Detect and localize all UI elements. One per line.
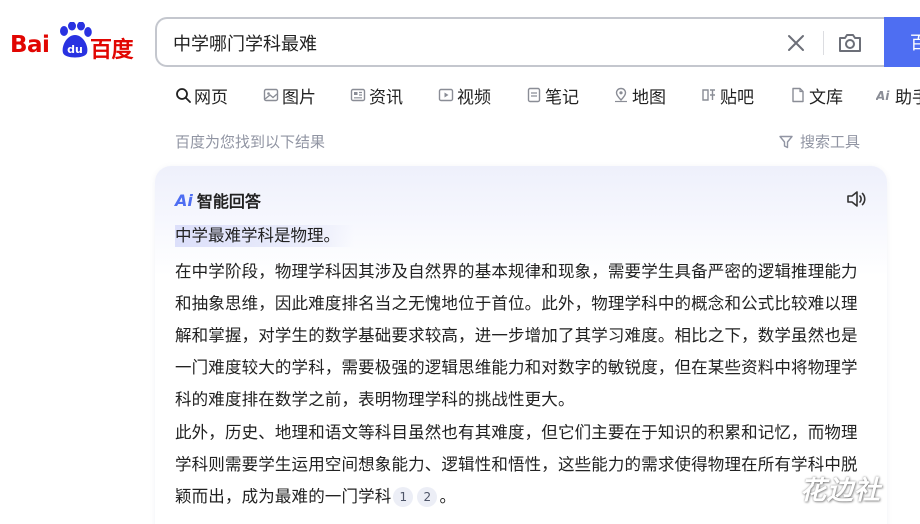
logo-text-bai: Bai (10, 32, 50, 58)
tab-news[interactable]: 资讯 (350, 82, 403, 108)
clear-icon[interactable] (785, 32, 807, 54)
tab-web[interactable]: 网页 (175, 82, 228, 108)
search-icon (176, 88, 191, 103)
ai-answer-card: Ai 智能回答 中学最难学科是物理。 在中学阶段，物理学科因其涉及自然界的基本规… (155, 166, 887, 524)
camera-icon[interactable] (837, 30, 863, 56)
search-nav-tabs: 网页 图片 资讯 视频 笔记 地图 贴吧 文库 Ai 助手 (0, 82, 920, 108)
filter-icon (779, 135, 793, 148)
logo-text-du: du (67, 43, 83, 56)
tab-notes[interactable]: 笔记 (526, 82, 579, 108)
search-divider (823, 31, 824, 55)
search-tools-label: 搜索工具 (800, 133, 861, 151)
tab-images[interactable]: 图片 (263, 82, 316, 108)
image-icon (263, 88, 279, 102)
svg-text:Ai: Ai (876, 89, 890, 103)
note-icon (527, 87, 541, 103)
tab-wenku[interactable]: 文库 (790, 82, 843, 108)
search-button[interactable]: 百 (884, 17, 920, 67)
tab-label: 助手 (895, 87, 920, 108)
map-icon (615, 87, 627, 103)
citation-badge[interactable]: 2 (417, 487, 438, 507)
watermark-text: 花边社 (800, 476, 882, 506)
tab-label: 地图 (632, 87, 666, 108)
tab-assistant[interactable]: Ai 助手 (876, 82, 920, 108)
tab-label: 视频 (457, 87, 491, 108)
ai-answer-header: Ai 智能回答 (175, 188, 261, 212)
paragraph-end-mark: 。 (439, 487, 457, 506)
paw-logo-icon: du (60, 22, 92, 58)
video-icon (438, 88, 454, 102)
search-box (155, 17, 895, 67)
search-input[interactable] (173, 29, 733, 57)
logo-text-baidu-cn: 百度 (90, 38, 134, 63)
ai-answer-paragraph: 在中学阶段，物理学科因其涉及自然界的基本规律和现象，需要学生具备严密的逻辑推理能… (175, 262, 858, 409)
search-tools-button[interactable]: 搜索工具 (778, 131, 860, 152)
ai-answer-summary: 中学最难学科是物理。 (175, 225, 354, 247)
tab-label: 贴吧 (720, 87, 754, 108)
ai-logo-icon: Ai (175, 190, 193, 210)
tab-label: 资讯 (369, 87, 403, 108)
tieba-icon (702, 89, 715, 101)
ai-answer-paragraph: 此外，历史、地理和语文等科目虽然也有其难度，但它们主要在于知识的积累和记忆，而物… (175, 417, 869, 513)
tab-video[interactable]: 视频 (438, 82, 491, 108)
ai-answer-title: 智能回答 (196, 192, 261, 211)
tab-label: 笔记 (545, 87, 579, 108)
tab-tieba[interactable]: 贴吧 (701, 82, 754, 108)
ai-answer-paragraph-text: 此外，历史、地理和语文等科目虽然也有其难度，但它们主要在于知识的积累和记忆，而物… (175, 423, 858, 506)
tab-map[interactable]: 地图 (613, 82, 666, 108)
ai-icon: Ai (876, 89, 890, 103)
baidu-logo[interactable]: Bai du 百度 (10, 20, 138, 64)
result-count-text: 百度为您找到以下结果 (175, 133, 326, 151)
citation-badge[interactable]: 1 (393, 487, 414, 507)
tab-label: 图片 (282, 87, 316, 108)
news-icon (350, 88, 366, 102)
tab-label: 文库 (809, 87, 843, 108)
speaker-icon[interactable] (845, 188, 867, 210)
doc-icon (792, 87, 804, 103)
tab-label: 网页 (194, 87, 228, 108)
